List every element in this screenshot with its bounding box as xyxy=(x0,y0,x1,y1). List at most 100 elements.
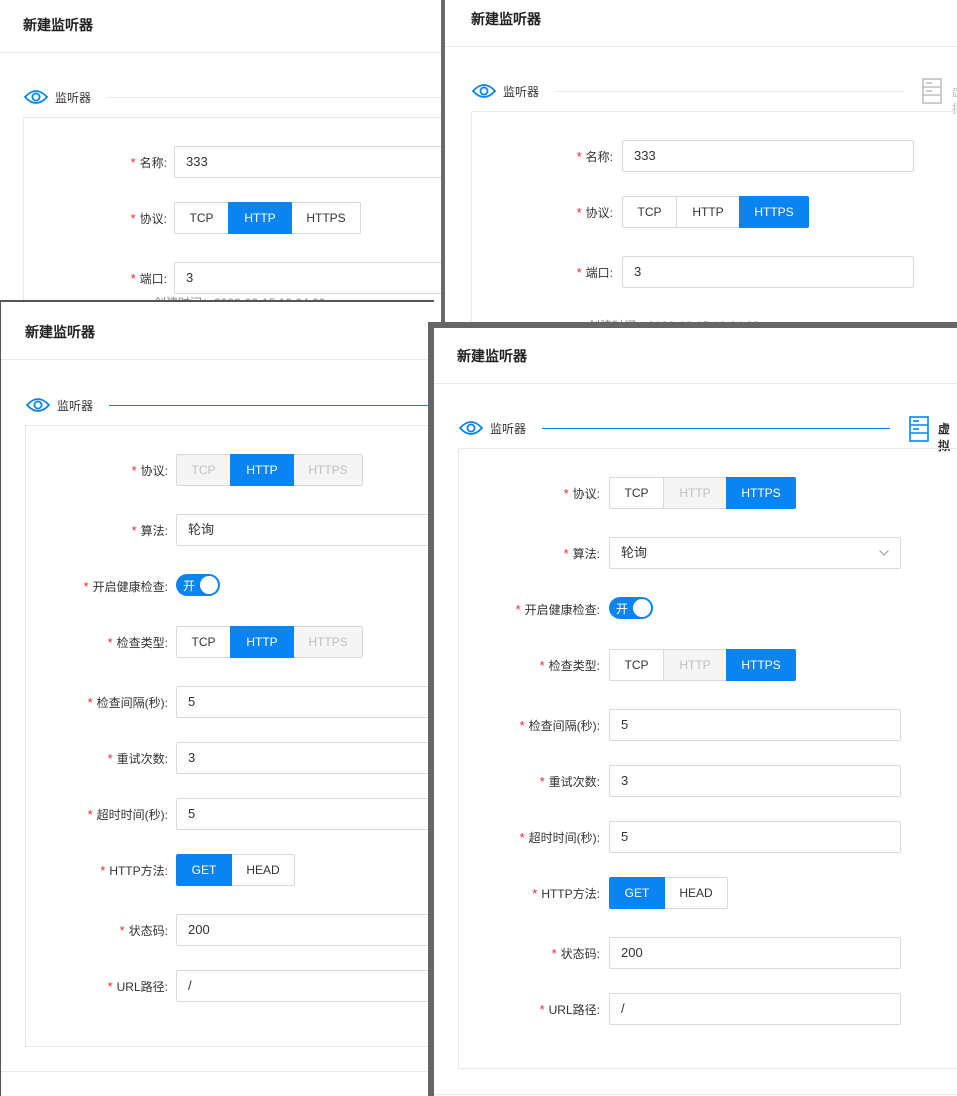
label-http-method: * HTTP方法: xyxy=(100,863,168,878)
name-input[interactable]: 333 xyxy=(174,146,446,178)
protocol-selector: TCP HTTP HTTPS xyxy=(174,202,361,234)
method-get[interactable]: GET xyxy=(609,877,665,909)
eye-icon xyxy=(24,90,48,104)
label-port: * 端口: xyxy=(576,265,613,280)
dialog-panel-a: 新建监听器 监听器 * 名称: 333 * 协议: TCP HTTP HTTPS *… xyxy=(0,0,446,302)
label-interval: * 检查间隔(秒): xyxy=(519,718,600,733)
protocol-tcp[interactable]: TCP xyxy=(174,202,229,234)
check-type-selector: TCP HTTP HTTPS xyxy=(609,649,796,681)
label-url-path: * URL路径: xyxy=(539,1002,600,1017)
label-name: * 名称: xyxy=(130,155,167,170)
dialog-title: 新建监听器 xyxy=(434,328,957,384)
protocol-https[interactable]: HTTPS xyxy=(726,477,796,509)
dialog-panel-c: 新建监听器 监听器 * 协议: TCP HTTP HTTPS * 算法: 轮询 * 开… xyxy=(0,300,434,1096)
http-method-selector: GET HEAD xyxy=(609,877,728,909)
protocol-selector: TCP HTTP HTTPS xyxy=(609,477,796,509)
method-get[interactable]: GET xyxy=(176,854,232,886)
label-health-check: * 开启健康检查: xyxy=(83,579,168,594)
label-interval: * 检查间隔(秒): xyxy=(87,695,168,710)
dialog-panel-b: 新建监听器 监听器 虚拟 *名称: 333 *协议: TCP HTTP HTTP… xyxy=(441,0,957,330)
algorithm-select[interactable]: 轮询 xyxy=(176,514,434,546)
label-protocol: * 协议: xyxy=(563,486,600,501)
health-check-toggle[interactable]: 开 xyxy=(176,574,220,596)
server-icon xyxy=(922,78,942,104)
section-divider xyxy=(555,91,903,92)
protocol-tcp[interactable]: TCP xyxy=(609,477,664,509)
dialog-title: 新建监听器 xyxy=(445,0,957,47)
label-name: * 名称: xyxy=(576,149,613,164)
section-divider xyxy=(542,428,890,429)
chevron-down-icon xyxy=(879,550,889,556)
check-type-tcp[interactable]: TCP xyxy=(609,649,664,681)
footer-divider xyxy=(1,1071,434,1072)
retries-input[interactable]: 3 xyxy=(176,742,434,774)
label-timeout: * 超时时间(秒): xyxy=(519,830,600,845)
toggle-on-text: 开 xyxy=(183,579,196,593)
http-method-selector: GET HEAD xyxy=(176,854,295,886)
interval-input[interactable]: 5 xyxy=(609,709,901,741)
label-status-code: * 状态码: xyxy=(551,946,600,961)
port-input[interactable]: 3 xyxy=(174,262,446,294)
check-type-http[interactable]: HTTP xyxy=(663,649,727,681)
interval-input[interactable]: 5 xyxy=(176,686,434,718)
toggle-knob xyxy=(633,599,651,617)
section-label-listener: 监听器 xyxy=(55,91,92,105)
timeout-input[interactable]: 5 xyxy=(176,798,434,830)
toggle-on-text: 开 xyxy=(616,602,629,616)
port-input[interactable]: 3 xyxy=(622,256,914,288)
section-divider xyxy=(107,97,446,98)
check-type-https[interactable]: HTTPS xyxy=(293,626,363,658)
label-status-code: * 状态码: xyxy=(119,923,168,938)
label-port: * 端口: xyxy=(130,271,167,286)
server-icon xyxy=(909,416,929,442)
label-health-check: * 开启健康检查: xyxy=(515,602,600,617)
protocol-http[interactable]: HTTP xyxy=(663,477,727,509)
protocol-http[interactable]: HTTP xyxy=(230,454,294,486)
section-label-listener: 监听器 xyxy=(57,399,94,413)
label-protocol: * 协议: xyxy=(576,205,613,220)
url-path-input[interactable]: / xyxy=(609,993,901,1025)
health-check-toggle[interactable]: 开 xyxy=(609,597,653,619)
eye-icon xyxy=(459,421,483,435)
section-divider xyxy=(109,405,434,406)
protocol-tcp[interactable]: TCP xyxy=(176,454,231,486)
status-code-input[interactable]: 200 xyxy=(609,937,901,969)
check-type-tcp[interactable]: TCP xyxy=(176,626,231,658)
toggle-knob xyxy=(200,576,218,594)
footer-divider xyxy=(434,1094,957,1095)
label-algorithm: * 算法: xyxy=(563,546,600,561)
check-type-http[interactable]: HTTP xyxy=(230,626,294,658)
dialog-panel-d: 新建监听器 监听器 虚拟 * 协议: TCP HTTP HTTPS * 算法: 轮询… xyxy=(428,322,957,1096)
protocol-http[interactable]: HTTP xyxy=(228,202,292,234)
timeout-input[interactable]: 5 xyxy=(609,821,901,853)
protocol-tcp[interactable]: TCP xyxy=(622,196,677,228)
method-head[interactable]: HEAD xyxy=(231,854,295,886)
label-retries: * 重试次数: xyxy=(107,751,168,766)
url-path-input[interactable]: / xyxy=(176,970,434,1002)
label-algorithm: * 算法: xyxy=(131,523,168,538)
method-head[interactable]: HEAD xyxy=(664,877,728,909)
retries-input[interactable]: 3 xyxy=(609,765,901,797)
protocol-selector: TCP HTTP HTTPS xyxy=(622,196,809,228)
section-label-listener: 监听器 xyxy=(503,85,540,99)
check-type-https[interactable]: HTTPS xyxy=(726,649,796,681)
protocol-https[interactable]: HTTPS xyxy=(291,202,361,234)
label-check-type: * 检查类型: xyxy=(107,635,168,650)
algorithm-select[interactable]: 轮询 xyxy=(609,537,901,569)
label-protocol: * 协议: xyxy=(130,211,167,226)
name-input[interactable]: 333 xyxy=(622,140,914,172)
section-label-listener: 监听器 xyxy=(490,422,527,436)
label-protocol: * 协议: xyxy=(131,463,168,478)
label-timeout: * 超时时间(秒): xyxy=(87,807,168,822)
dialog-title: 新建监听器 xyxy=(0,0,446,53)
label-url-path: * URL路径: xyxy=(107,979,168,994)
status-code-input[interactable]: 200 xyxy=(176,914,434,946)
label-retries: * 重试次数: xyxy=(539,774,600,789)
label-check-type: * 检查类型: xyxy=(539,658,600,673)
protocol-https[interactable]: HTTPS xyxy=(293,454,363,486)
protocol-selector: TCP HTTP HTTPS xyxy=(176,454,363,486)
eye-icon xyxy=(26,398,50,412)
protocol-http[interactable]: HTTP xyxy=(676,196,740,228)
dialog-title: 新建监听器 xyxy=(1,302,434,360)
protocol-https[interactable]: HTTPS xyxy=(739,196,809,228)
